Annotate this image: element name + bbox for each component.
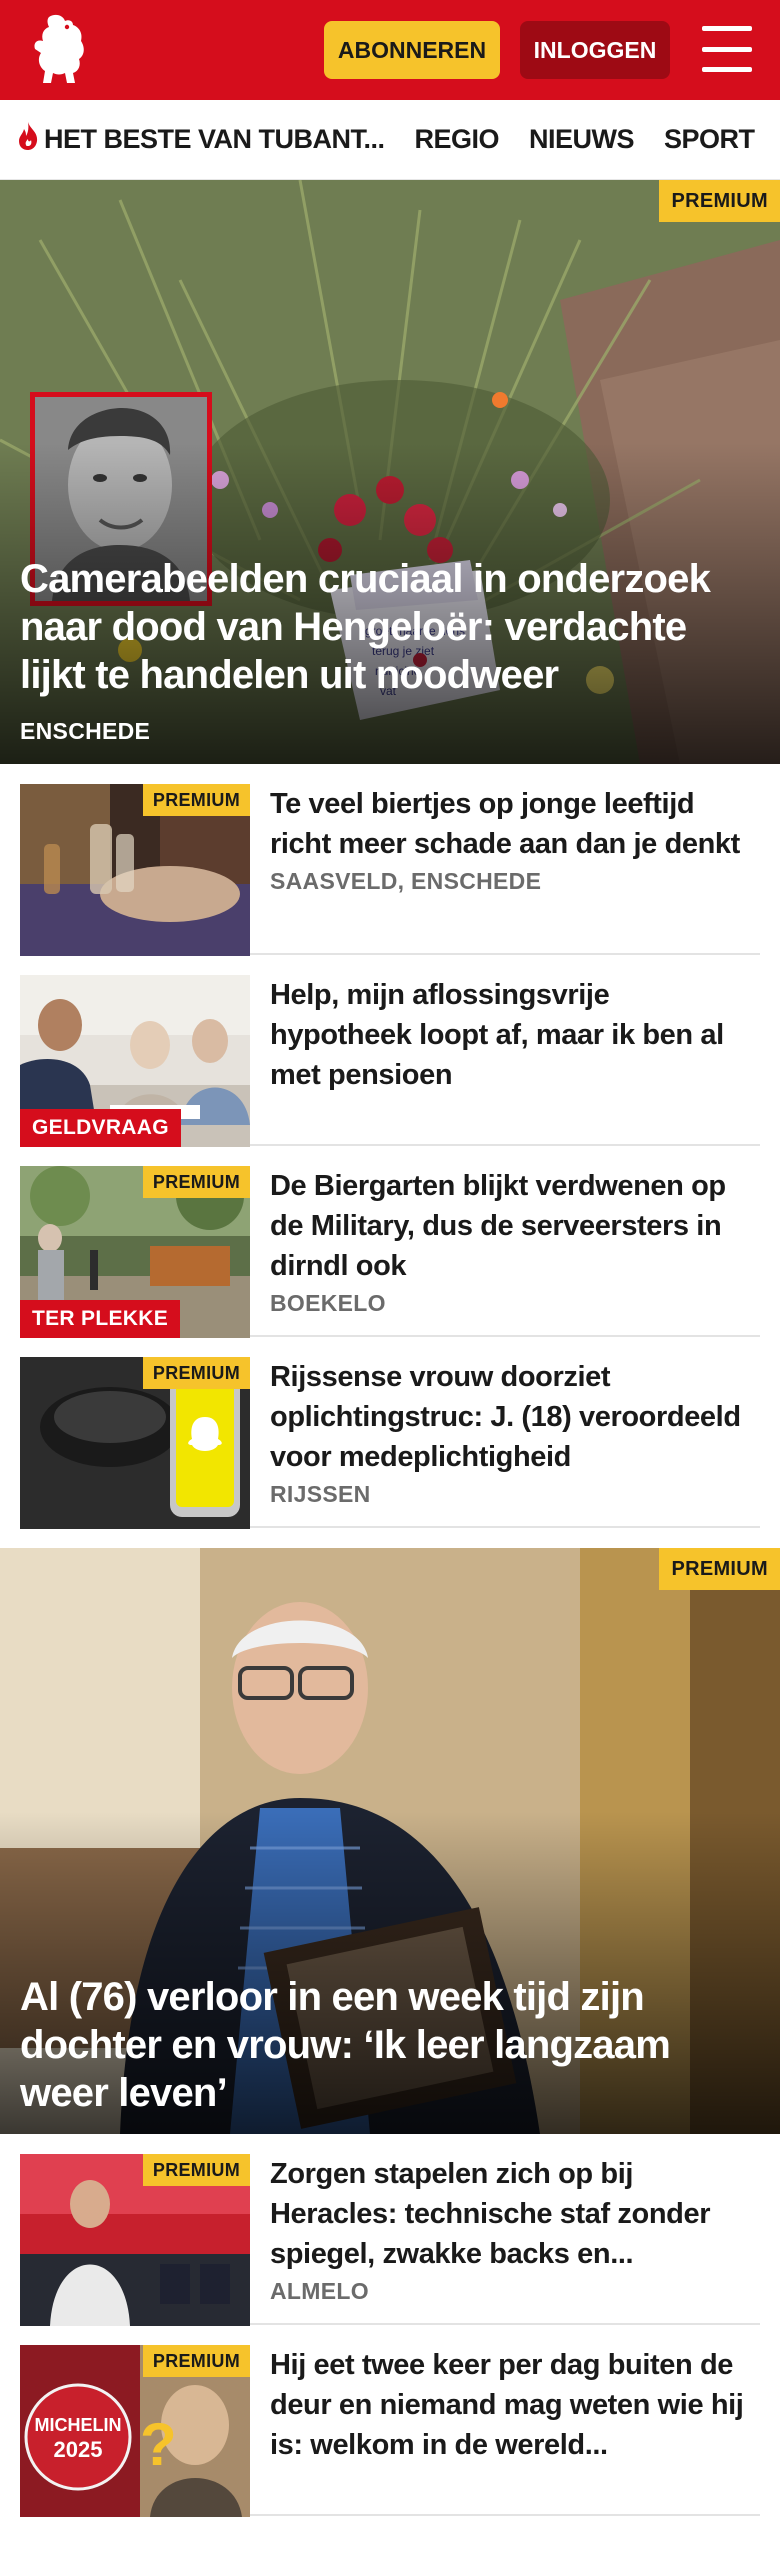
flame-icon: [16, 121, 40, 158]
premium-badge: PREMIUM: [142, 2154, 250, 2186]
hero-article-2[interactable]: PREMIUM Al (76) verloor in een week tijd…: [0, 1548, 780, 2134]
article-list-item[interactable]: GELDVRAAG Help, mijn aflossingsvrije hyp…: [0, 955, 780, 1147]
svg-text:?: ?: [140, 2411, 177, 2478]
article-title: De Biergarten blijkt verdwenen op de Mil…: [270, 1170, 726, 1282]
article-thumbnail: GELDVRAAG: [20, 975, 250, 1147]
nav-item-nieuws[interactable]: NIEUWS: [529, 124, 635, 155]
article-list-item[interactable]: PREMIUM TER PLEKKE De Biergarten blijkt …: [0, 1146, 780, 1338]
article-thumbnail: MICHELIN 2025 ? PREMIUM: [20, 2345, 250, 2517]
article-location: RIJSSEN: [270, 1481, 371, 1507]
category-label: TER PLEKKE: [20, 1300, 181, 1338]
divider: [250, 2514, 760, 2516]
category-label: GELDVRAAG: [20, 1109, 181, 1147]
nav-item-best-of-tubantia[interactable]: HET BESTE VAN TUBANT...: [16, 121, 385, 158]
divider: [250, 1526, 760, 1528]
tubantia-horse-logo[interactable]: [20, 10, 100, 90]
article-list-item[interactable]: PREMIUM Te veel biertjes op jonge leefti…: [0, 764, 780, 956]
login-button[interactable]: INLOGGEN: [520, 21, 670, 79]
premium-badge: PREMIUM: [142, 2345, 250, 2377]
premium-badge: PREMIUM: [142, 1166, 250, 1198]
article-thumbnail: PREMIUM TER PLEKKE: [20, 1166, 250, 1338]
article-title: Hij eet twee keer per dag buiten de deur…: [270, 2349, 744, 2461]
nav-item-sport[interactable]: SPORT: [664, 124, 755, 155]
article-list-item[interactable]: PREMIUM Rijssense vrouw doorziet oplicht…: [0, 1337, 780, 1529]
article-location: BOEKELO: [270, 1290, 386, 1316]
premium-badge: PREMIUM: [659, 180, 780, 222]
article-location: ALMELO: [270, 2278, 369, 2304]
year-thumb-text: 2025: [54, 2437, 103, 2462]
site-header: ABONNEREN INLOGGEN: [0, 0, 780, 100]
article-thumbnail: PREMIUM: [20, 2154, 250, 2326]
article-list-item[interactable]: MICHELIN 2025 ? PREMIUM Hij eet twee kee…: [0, 2325, 780, 2517]
hamburger-menu-icon[interactable]: [702, 26, 752, 72]
hero-title: Camerabeelden cruciaal in onderzoek naar…: [20, 557, 711, 697]
premium-badge: PREMIUM: [142, 1357, 250, 1389]
article-location: SAASVELD, ENSCHEDE: [270, 868, 542, 894]
article-title: Help, mijn aflossingsvrije hypotheek loo…: [270, 979, 724, 1091]
hero-location: ENSCHEDE: [20, 718, 151, 744]
article-thumbnail: PREMIUM: [20, 1357, 250, 1529]
michelin-thumb-text: MICHELIN: [35, 2415, 122, 2435]
article-title: Te veel biertjes op jonge leeftijd richt…: [270, 788, 740, 860]
hero-article-1[interactable]: groet maar je dens terug je ziet nur ici…: [0, 180, 780, 764]
article-thumbnail: PREMIUM: [20, 784, 250, 956]
subscribe-button[interactable]: ABONNEREN: [324, 21, 500, 79]
article-title: Rijssense vrouw doorziet oplichtingstruc…: [270, 1361, 741, 1473]
article-title: Zorgen stapelen zich op bij Heracles: te…: [270, 2158, 711, 2270]
section-nav: HET BESTE VAN TUBANT... REGIO NIEUWS SPO…: [0, 100, 780, 180]
premium-badge: PREMIUM: [659, 1548, 780, 1590]
article-list-item[interactable]: PREMIUM Zorgen stapelen zich op bij Hera…: [0, 2134, 780, 2326]
premium-badge: PREMIUM: [142, 784, 250, 816]
nav-item-regio[interactable]: REGIO: [415, 124, 500, 155]
hero-title: Al (76) verloor in een week tijd zijn do…: [20, 1975, 671, 2115]
